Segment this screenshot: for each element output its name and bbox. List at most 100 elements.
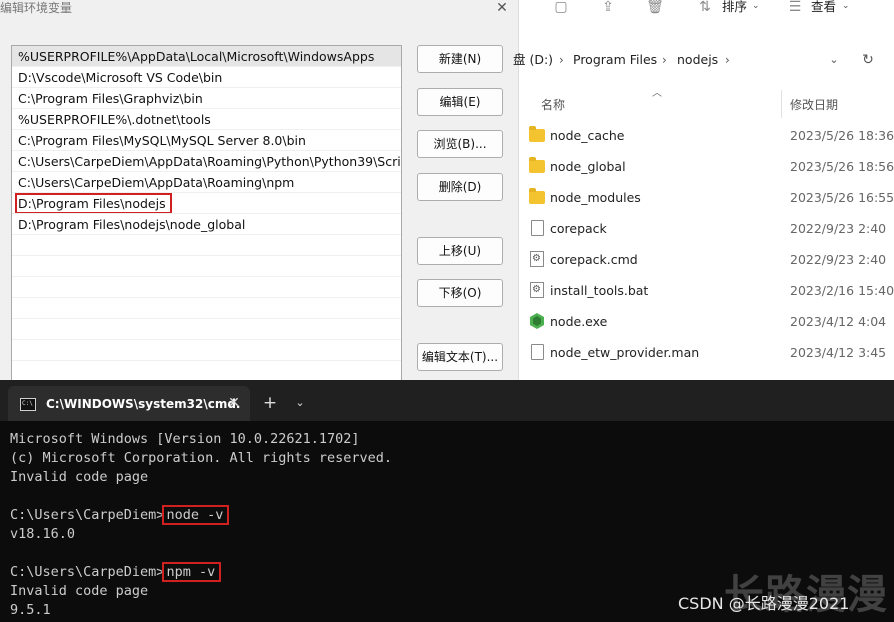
dialog-title: 编辑环境变量 xyxy=(0,1,73,15)
folder-icon xyxy=(529,188,545,204)
file-date: 2022/9/23 2:40 xyxy=(790,221,887,236)
chevron-down-icon[interactable]: ⌄ xyxy=(290,393,310,413)
breadcrumb-drive[interactable]: 盘 (D:) xyxy=(513,46,553,74)
column-header-modified[interactable]: 修改日期 xyxy=(790,96,838,113)
file-date: 2023/5/26 16:55 xyxy=(790,190,894,205)
close-icon[interactable]: ✕ xyxy=(494,0,510,16)
file-date: 2023/5/26 18:56 xyxy=(790,159,894,174)
path-list-item[interactable]: D:\Vscode\Microsoft VS Code\bin xyxy=(12,67,401,88)
path-list-empty-row xyxy=(12,235,401,256)
rename-icon[interactable]: ▢ xyxy=(551,0,571,16)
file-explorer: ▢ ⇪ 🗑 ⇅ 排序 ⌄ ☰ 查看 ⌄ 盘 (D:) › Program Fil… xyxy=(513,0,894,382)
column-header-name[interactable]: 名称 xyxy=(541,96,565,113)
refresh-icon[interactable]: ↻ xyxy=(857,46,879,74)
terminal-prompt: C:\Users\CarpeDiem> xyxy=(10,507,165,523)
cmd-file-icon xyxy=(530,251,544,267)
terminal-line: Microsoft Windows [Version 10.0.22621.17… xyxy=(10,431,360,447)
file-date: 2023/4/12 3:45 xyxy=(790,345,887,360)
file-row[interactable]: node_global 2023/5/26 18:56 xyxy=(519,152,894,183)
breadcrumb[interactable]: 盘 (D:) › Program Files › nodejs › xyxy=(513,46,849,74)
share-icon[interactable]: ⇪ xyxy=(598,0,618,16)
path-list-item[interactable]: D:\Program Files\nodejs\node_global xyxy=(12,214,401,235)
path-list-item[interactable]: C:\Users\CarpeDiem\AppData\Roaming\npm xyxy=(12,172,401,193)
file-name: corepack.cmd xyxy=(550,252,638,267)
chevron-right-icon: › xyxy=(559,53,564,67)
terminal-line: Invalid code page xyxy=(10,469,149,485)
explorer-toolbar: ▢ ⇪ 🗑 ⇅ 排序 ⌄ ☰ 查看 ⌄ xyxy=(519,0,894,20)
edit-env-variable-dialog: 编辑环境变量 ✕ %USERPROFILE%\AppData\Local\Mic… xyxy=(0,0,518,390)
file-icon xyxy=(531,344,544,360)
delete-icon[interactable]: 🗑 xyxy=(645,0,665,16)
chevron-down-icon[interactable]: ⌄ xyxy=(823,46,845,74)
file-name: node_modules xyxy=(550,190,641,205)
file-name: install_tools.bat xyxy=(550,283,649,298)
view-button[interactable]: 查看 xyxy=(811,0,836,14)
path-list-item-highlighted[interactable]: D:\Program Files\nodejs xyxy=(12,193,401,214)
view-icon[interactable]: ☰ xyxy=(785,0,805,16)
edit-text-button[interactable]: 编辑文本(T)... xyxy=(417,343,503,371)
chevron-down-icon: ⌄ xyxy=(752,1,760,11)
chevron-right-icon: › xyxy=(725,53,730,67)
plus-icon[interactable]: + xyxy=(260,393,280,413)
terminal-tab-bar: C:\WINDOWS\system32\cmd. ✕ + ⌄ xyxy=(0,380,894,421)
watermark-text: CSDN @长路漫漫2021 xyxy=(678,594,850,613)
file-row[interactable]: node.exe 2023/4/12 4:04 xyxy=(519,307,894,338)
path-list-item[interactable]: C:\Program Files\MySQL\MySQL Server 8.0\… xyxy=(12,130,401,151)
move-up-button[interactable]: 上移(U) xyxy=(417,237,503,265)
path-list-empty-row xyxy=(12,298,401,319)
sort-button[interactable]: 排序 xyxy=(722,0,747,14)
path-list-empty-row xyxy=(12,319,401,340)
terminal-prompt: C:\Users\CarpeDiem> xyxy=(10,564,165,580)
file-row[interactable]: node_cache 2023/5/26 18:36 xyxy=(519,121,894,152)
terminal-line: C:\Users\CarpeDiem> node -v xyxy=(10,505,890,525)
path-list-item[interactable]: %USERPROFILE%\.dotnet\tools xyxy=(12,109,401,130)
chevron-down-icon: ⌄ xyxy=(842,1,850,11)
file-date: 2022/9/23 2:40 xyxy=(790,252,887,267)
file-date: 2023/4/12 4:04 xyxy=(790,314,887,329)
delete-button[interactable]: 删除(D) xyxy=(417,173,503,201)
file-row[interactable]: corepack 2022/9/23 2:40 xyxy=(519,214,894,245)
file-name: node.exe xyxy=(550,314,608,329)
path-list-empty-row xyxy=(12,256,401,277)
path-list[interactable]: %USERPROFILE%\AppData\Local\Microsoft\Wi… xyxy=(11,45,402,390)
sort-icon[interactable]: ⇅ xyxy=(695,0,715,16)
path-list-item[interactable]: C:\Users\CarpeDiem\AppData\Roaming\Pytho… xyxy=(12,151,401,172)
path-list-empty-row xyxy=(12,277,401,298)
terminal-tab-title: C:\WINDOWS\system32\cmd. xyxy=(46,397,241,411)
file-name: node_global xyxy=(550,159,626,174)
terminal-tab[interactable]: C:\WINDOWS\system32\cmd. ✕ xyxy=(8,386,250,421)
path-list-item[interactable]: C:\Program Files\Graphviz\bin xyxy=(12,88,401,109)
folder-icon xyxy=(529,157,545,173)
nodejs-icon xyxy=(530,313,544,329)
chevron-right-icon: › xyxy=(662,53,667,67)
browse-button[interactable]: 浏览(B)... xyxy=(417,130,503,158)
file-date: 2023/5/26 18:36 xyxy=(790,128,894,143)
path-list-empty-row xyxy=(12,361,401,382)
bat-file-icon xyxy=(530,282,544,298)
file-row[interactable]: node_etw_provider.man 2023/4/12 3:45 xyxy=(519,338,894,369)
column-divider[interactable] xyxy=(781,90,782,118)
terminal-line: (c) Microsoft Corporation. All rights re… xyxy=(10,450,393,466)
breadcrumb-nodejs[interactable]: nodejs xyxy=(677,46,718,74)
path-list-empty-row xyxy=(12,340,401,361)
file-row[interactable]: corepack.cmd 2022/9/23 2:40 xyxy=(519,245,894,276)
highlighted-command: node -v xyxy=(162,505,230,525)
edit-button[interactable]: 编辑(E) xyxy=(417,88,503,116)
close-icon[interactable]: ✕ xyxy=(226,394,242,412)
folder-icon xyxy=(529,126,545,142)
cmd-icon xyxy=(20,398,36,411)
file-name: node_etw_provider.man xyxy=(550,345,700,360)
new-button[interactable]: 新建(N) xyxy=(417,45,503,73)
move-down-button[interactable]: 下移(O) xyxy=(417,279,503,307)
file-name: corepack xyxy=(550,221,607,236)
path-list-item[interactable]: %USERPROFILE%\AppData\Local\Microsoft\Wi… xyxy=(12,46,401,67)
file-row[interactable]: install_tools.bat 2023/2/16 15:40 xyxy=(519,276,894,307)
highlighted-command: npm -v xyxy=(162,562,222,582)
breadcrumb-program-files[interactable]: Program Files xyxy=(573,46,657,74)
file-icon xyxy=(531,220,544,236)
file-row[interactable]: node_modules 2023/5/26 16:55 xyxy=(519,183,894,214)
file-name: node_cache xyxy=(550,128,625,143)
file-date: 2023/2/16 15:40 xyxy=(790,283,894,298)
